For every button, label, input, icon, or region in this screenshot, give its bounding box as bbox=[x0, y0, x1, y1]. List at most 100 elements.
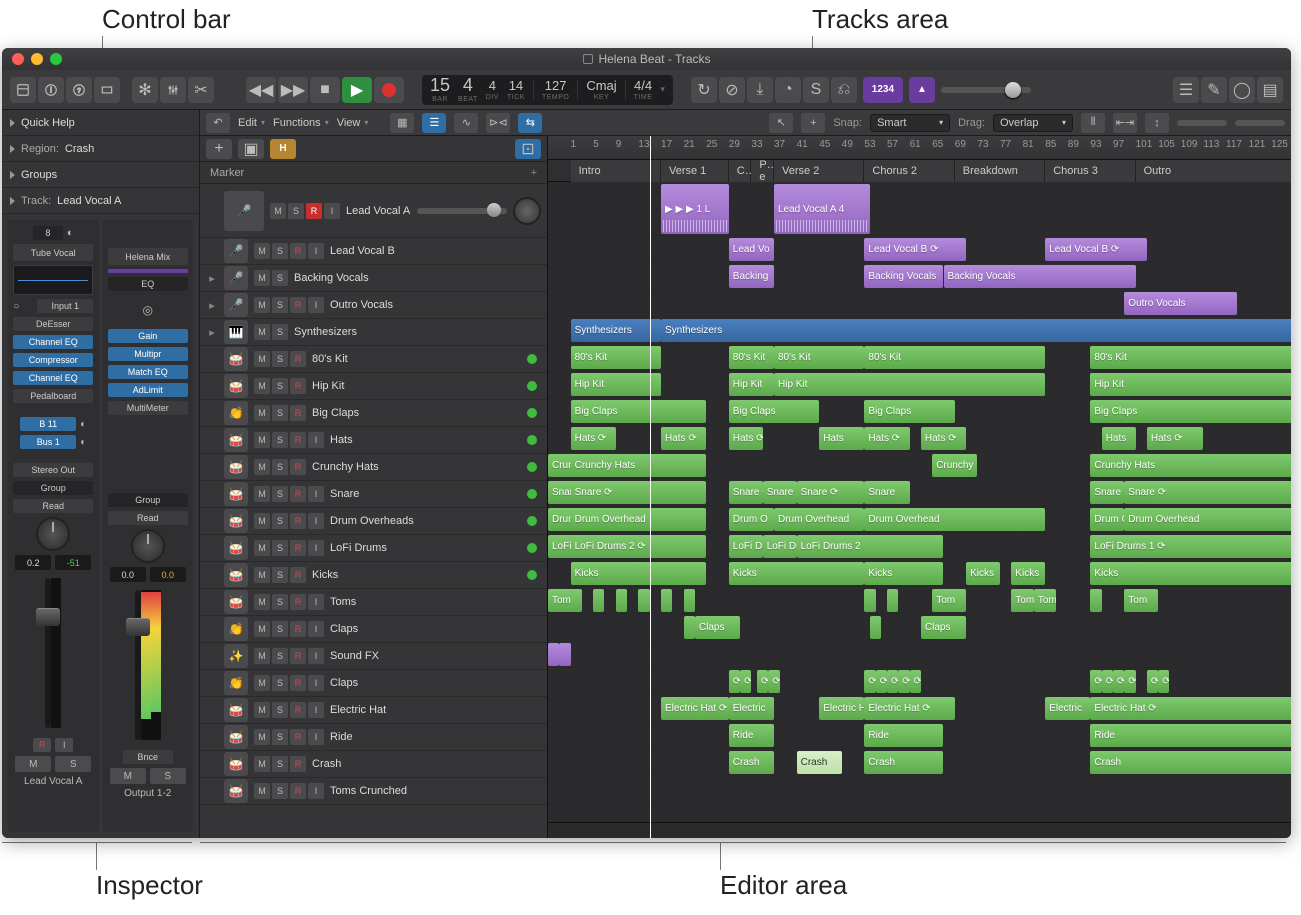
insert-slot[interactable]: Match EQ bbox=[108, 365, 188, 379]
region[interactable]: Outro Vocals bbox=[1124, 292, 1237, 315]
level-field[interactable]: 0.0 bbox=[110, 567, 146, 582]
record-button[interactable]: R bbox=[290, 729, 306, 745]
snap-field[interactable]: Smart▾ bbox=[870, 114, 950, 132]
region[interactable]: Drum Overhead bbox=[864, 508, 1045, 531]
region[interactable] bbox=[864, 589, 875, 612]
region[interactable]: 80's Kit bbox=[1090, 346, 1291, 369]
track-volume-slider[interactable] bbox=[417, 208, 507, 214]
disclosure-triangle-icon[interactable]: ▸ bbox=[206, 326, 218, 339]
region[interactable]: LoFi Drums 2 bbox=[797, 535, 944, 558]
region[interactable]: Synthesizers bbox=[571, 319, 661, 342]
record-button[interactable]: R bbox=[290, 243, 306, 259]
record-button[interactable]: R bbox=[290, 594, 306, 610]
region-disclosure[interactable]: Region: Crash bbox=[2, 136, 199, 162]
solo-button[interactable]: S bbox=[272, 540, 288, 556]
marker[interactable]: Breakdown bbox=[955, 160, 1045, 182]
automation-slot[interactable]: Read bbox=[13, 499, 93, 513]
play-button[interactable]: ▶ bbox=[342, 77, 372, 103]
track-header[interactable]: ✨MSRISound FX bbox=[200, 643, 547, 670]
mixer-button[interactable] bbox=[160, 77, 186, 103]
region[interactable]: Kicks bbox=[729, 562, 865, 585]
region[interactable]: Backing Vocals bbox=[864, 265, 943, 288]
track-header[interactable]: 🎤MSRILead Vocal A bbox=[200, 184, 547, 238]
ruler[interactable]: 1591317212529333741454953576165697377818… bbox=[548, 136, 1291, 160]
automation-slot[interactable]: Read bbox=[108, 511, 188, 525]
link-button[interactable]: ⇆ bbox=[518, 113, 542, 133]
marker[interactable]: Verse 1 bbox=[661, 160, 729, 182]
zoom-fit-button[interactable]: ⇤⇥ bbox=[1113, 113, 1137, 133]
region[interactable]: Snare ⟳ bbox=[1124, 481, 1291, 504]
loops-button[interactable]: ◯ bbox=[1229, 77, 1255, 103]
region[interactable] bbox=[616, 589, 627, 612]
drag-field[interactable]: Overlap▾ bbox=[993, 114, 1073, 132]
region[interactable]: Electric Hat ⟳ bbox=[819, 697, 864, 720]
region[interactable]: Snare ⟳ bbox=[797, 481, 865, 504]
region[interactable]: Kicks bbox=[864, 562, 943, 585]
region[interactable]: Electric Hat ⟳ bbox=[661, 697, 729, 720]
region[interactable]: Hip Kit bbox=[571, 373, 661, 396]
cycle-button[interactable]: ↻ bbox=[691, 77, 717, 103]
solo-button[interactable]: S bbox=[272, 756, 288, 772]
marker[interactable]: Chorus 2 bbox=[864, 160, 954, 182]
region[interactable]: Tom bbox=[932, 589, 966, 612]
playhead[interactable] bbox=[650, 136, 651, 838]
solo-button[interactable]: S bbox=[272, 432, 288, 448]
track-header[interactable]: ▸🎤MSRIOutro Vocals bbox=[200, 292, 547, 319]
record-button[interactable]: R bbox=[290, 378, 306, 394]
record-button[interactable]: R bbox=[290, 405, 306, 421]
mute-button[interactable]: M bbox=[254, 324, 270, 340]
notepad-button[interactable]: ✎ bbox=[1201, 77, 1227, 103]
record-button[interactable] bbox=[374, 77, 404, 103]
solo-button[interactable]: S bbox=[272, 297, 288, 313]
region[interactable]: Kicks bbox=[1090, 562, 1291, 585]
mute-button[interactable]: M bbox=[254, 648, 270, 664]
marker[interactable]: Verse 2 bbox=[774, 160, 864, 182]
peak-field[interactable]: -51 bbox=[55, 555, 91, 570]
region[interactable]: Crash bbox=[797, 751, 842, 774]
marker-header[interactable]: Marker+ bbox=[200, 162, 547, 184]
region[interactable]: Backing Vocals bbox=[944, 265, 1136, 288]
region[interactable]: Crunchy Hats bbox=[1090, 454, 1291, 477]
forward-button[interactable]: ▶▶ bbox=[278, 77, 308, 103]
view-menu[interactable]: View▾ bbox=[337, 117, 369, 129]
record-button[interactable]: R bbox=[306, 203, 322, 219]
region[interactable]: Ride bbox=[1090, 724, 1291, 747]
disclosure-triangle-icon[interactable]: ▸ bbox=[206, 299, 218, 312]
input-monitor-button[interactable]: I bbox=[308, 540, 324, 556]
level-field[interactable]: 0.2 bbox=[15, 555, 51, 570]
region[interactable] bbox=[870, 616, 881, 639]
mute-button[interactable]: M bbox=[254, 378, 270, 394]
mute-button[interactable]: M bbox=[254, 513, 270, 529]
mute-button[interactable]: M bbox=[254, 540, 270, 556]
marker[interactable]: P…e bbox=[751, 160, 774, 182]
mute-button[interactable]: M bbox=[254, 297, 270, 313]
mute-button[interactable]: M bbox=[254, 351, 270, 367]
region[interactable]: Lead Vo bbox=[729, 238, 774, 261]
region[interactable]: ⟳ bbox=[1124, 670, 1135, 693]
record-button[interactable]: R bbox=[290, 459, 306, 475]
region[interactable]: Hip Kit bbox=[774, 373, 1045, 396]
insert-slot[interactable]: AdLimit bbox=[108, 383, 188, 397]
region[interactable] bbox=[661, 589, 672, 612]
solo-button[interactable]: S bbox=[272, 675, 288, 691]
region[interactable]: Crunchy Hats bbox=[571, 454, 707, 477]
region[interactable]: Electric Hat ⟳ bbox=[1090, 697, 1291, 720]
region[interactable]: Hats bbox=[819, 427, 864, 450]
help-button[interactable]: ? bbox=[66, 77, 92, 103]
region[interactable]: Lead Vocal B ⟳ bbox=[1045, 238, 1147, 261]
region[interactable]: Drum Overhead bbox=[571, 508, 707, 531]
record-button[interactable]: R bbox=[290, 621, 306, 637]
region[interactable]: Crash bbox=[729, 751, 774, 774]
input-monitor-button[interactable]: I bbox=[308, 297, 324, 313]
region[interactable] bbox=[638, 589, 649, 612]
record-button[interactable]: R bbox=[290, 675, 306, 691]
insert-slot[interactable]: Compressor bbox=[13, 353, 93, 367]
region[interactable]: Snare ⟳ bbox=[729, 481, 763, 504]
list-editors-button[interactable]: ☰ bbox=[1173, 77, 1199, 103]
region[interactable]: Big Claps bbox=[864, 400, 954, 423]
region[interactable]: LoFi Dru bbox=[763, 535, 797, 558]
back-button[interactable]: ↶ bbox=[206, 113, 230, 133]
region[interactable]: Tom bbox=[1124, 589, 1158, 612]
region[interactable]: Big Claps bbox=[1090, 400, 1291, 423]
region[interactable]: Snare bbox=[864, 481, 909, 504]
